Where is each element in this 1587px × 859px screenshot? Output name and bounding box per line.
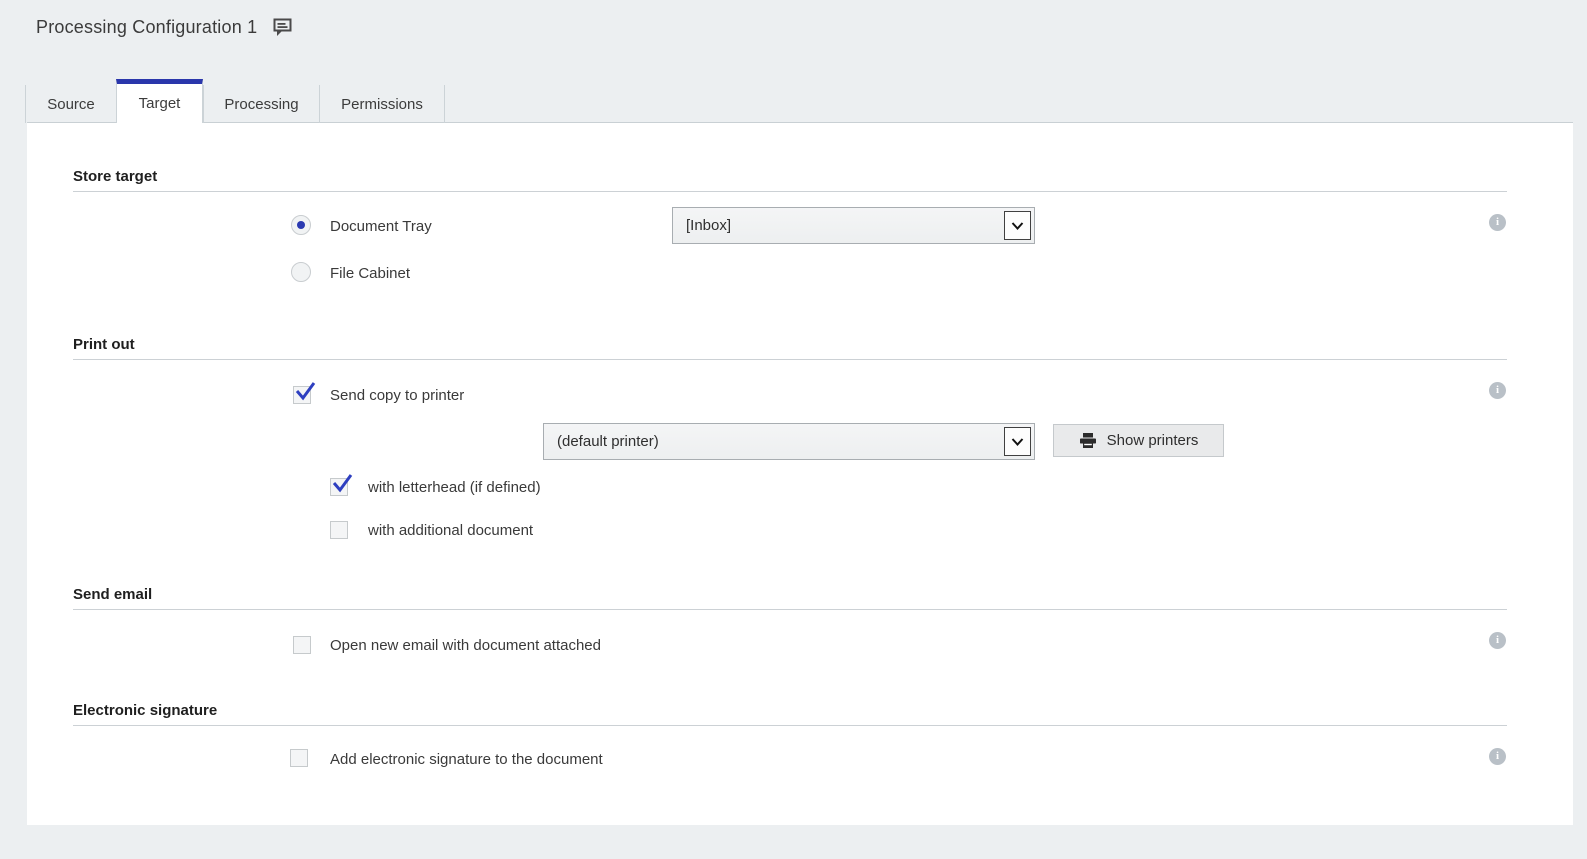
tab-processing[interactable]: Processing [203, 85, 319, 123]
printer-select-value: (default printer) [544, 433, 659, 450]
document-tray-label: Document Tray [330, 218, 432, 235]
comment-icon[interactable] [273, 18, 293, 37]
page-header: Processing Configuration 1 [36, 17, 293, 38]
file-cabinet-radio[interactable] [291, 262, 311, 282]
tab-permissions[interactable]: Permissions [319, 85, 445, 123]
chevron-down-icon [1004, 211, 1031, 240]
send-copy-label: Send copy to printer [330, 387, 464, 404]
send-copy-checkbox[interactable] [293, 386, 311, 404]
chevron-down-icon [1004, 427, 1031, 456]
section-heading-send-email: Send email [73, 586, 1507, 610]
letterhead-checkbox[interactable] [330, 478, 348, 496]
info-icon[interactable] [1489, 382, 1506, 399]
tab-source[interactable]: Source [25, 85, 116, 123]
document-tray-select[interactable]: [Inbox] [672, 207, 1035, 244]
section-heading-print-out: Print out [73, 336, 1507, 360]
add-signature-checkbox[interactable] [290, 749, 308, 767]
info-icon[interactable] [1489, 214, 1506, 231]
section-heading-store-target: Store target [73, 168, 1507, 192]
additional-document-checkbox[interactable] [330, 521, 348, 539]
letterhead-label: with letterhead (if defined) [368, 479, 541, 496]
radio-dot [297, 221, 305, 229]
document-tray-select-value: [Inbox] [673, 217, 731, 234]
document-tray-radio[interactable] [291, 215, 311, 235]
show-printers-button[interactable]: Show printers [1053, 424, 1224, 457]
page-title: Processing Configuration 1 [36, 17, 257, 38]
file-cabinet-label: File Cabinet [330, 265, 410, 282]
show-printers-label: Show printers [1107, 432, 1199, 449]
info-icon[interactable] [1489, 748, 1506, 765]
section-heading-electronic-signature: Electronic signature [73, 702, 1507, 726]
open-email-label: Open new email with document attached [330, 637, 601, 654]
tab-bar: Source Target Processing Permissions [25, 79, 445, 123]
additional-document-label: with additional document [368, 522, 533, 539]
open-email-checkbox[interactable] [293, 636, 311, 654]
info-icon[interactable] [1489, 632, 1506, 649]
add-signature-label: Add electronic signature to the document [330, 751, 603, 768]
tab-target[interactable]: Target [116, 79, 203, 123]
printer-select[interactable]: (default printer) [543, 423, 1035, 460]
printer-icon [1079, 432, 1097, 449]
processing-configuration-page: Processing Configuration 1 Source Target… [0, 0, 1587, 859]
target-tab-panel: Store target Document Tray [Inbox] File … [27, 122, 1573, 825]
